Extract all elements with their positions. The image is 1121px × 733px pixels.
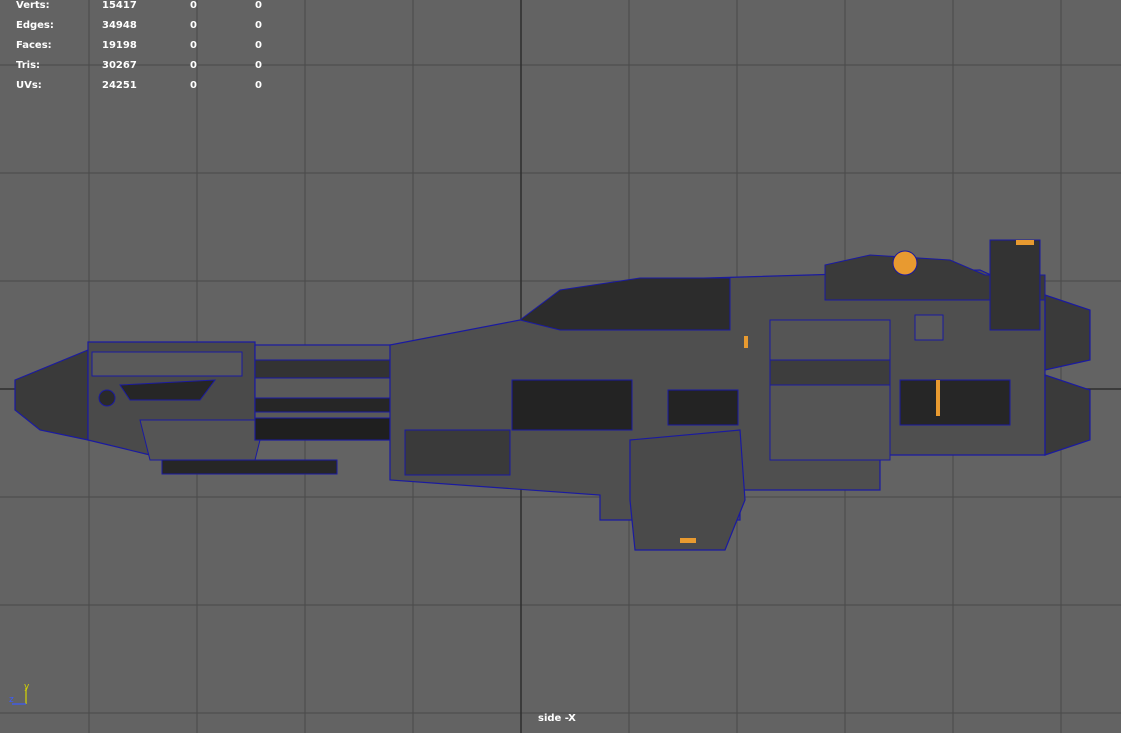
hull-mid-dark-panel bbox=[511, 379, 633, 431]
barrel-stripe-dark bbox=[254, 417, 396, 441]
hud-value: 0 bbox=[255, 0, 262, 11]
hud-value: 0 bbox=[255, 80, 262, 91]
hud-value: 0 bbox=[190, 0, 197, 11]
axis-z-label: z bbox=[9, 695, 14, 705]
hull-nose bbox=[14, 349, 89, 441]
camera-name-label: side -X bbox=[538, 713, 576, 724]
engine-upper bbox=[1044, 294, 1091, 371]
hud-row-tris: Tris: 30267 0 0 bbox=[0, 60, 280, 74]
lower-pod-accent bbox=[680, 538, 696, 543]
engine-accent bbox=[936, 380, 940, 416]
hull-front-panel bbox=[91, 351, 243, 377]
top-fin-accent bbox=[1016, 240, 1034, 245]
hud-value: 0 bbox=[190, 20, 197, 31]
hull-top-fin-block bbox=[989, 239, 1041, 331]
hud-value: 0 bbox=[190, 40, 197, 51]
hud-row-uvs: UVs: 24251 0 0 bbox=[0, 80, 280, 94]
barrel-stripe-upper bbox=[254, 359, 396, 379]
hud-label: Tris: bbox=[16, 60, 41, 71]
engine-grille bbox=[914, 314, 944, 341]
hud-value: 0 bbox=[190, 80, 197, 91]
hud-value: 15417 bbox=[102, 0, 137, 11]
hull-engine-stripe bbox=[769, 359, 891, 386]
hud-label: Edges: bbox=[16, 20, 54, 31]
hud-value: 0 bbox=[255, 60, 262, 71]
viewport-side[interactable]: Verts: 15417 0 0 Edges: 34948 0 0 Faces:… bbox=[0, 0, 1121, 733]
axis-y-label: y bbox=[24, 682, 30, 692]
hud-row-verts: Verts: 15417 0 0 bbox=[0, 0, 280, 14]
engine-lower bbox=[1044, 374, 1091, 456]
barrel-stripe-lower bbox=[254, 397, 396, 413]
hud-label: UVs: bbox=[16, 80, 42, 91]
hull-front-lower bbox=[139, 419, 266, 461]
hud-value: 0 bbox=[255, 20, 262, 31]
hud-value: 24251 bbox=[102, 80, 137, 91]
hull-engine-block bbox=[769, 319, 891, 461]
hud-value: 30267 bbox=[102, 60, 137, 71]
hud-row-edges: Edges: 34948 0 0 bbox=[0, 20, 280, 34]
hull-front-skid bbox=[161, 459, 338, 475]
spaceship-model[interactable] bbox=[14, 239, 1091, 551]
hud-row-faces: Faces: 19198 0 0 bbox=[0, 40, 280, 54]
hull-top-canopy bbox=[518, 277, 731, 331]
grid bbox=[0, 0, 1121, 733]
orange-disk bbox=[892, 250, 918, 276]
engine-inner-panel bbox=[899, 379, 1011, 426]
nose-sensor bbox=[98, 389, 116, 407]
hud-value: 34948 bbox=[102, 20, 137, 31]
hud-label: Faces: bbox=[16, 40, 52, 51]
hull-mid-dark-panel-2 bbox=[667, 389, 739, 426]
axis-gizmo: y z bbox=[9, 682, 30, 705]
hud-value: 0 bbox=[190, 60, 197, 71]
hull-vertical-accent bbox=[744, 336, 748, 348]
hud-value: 19198 bbox=[102, 40, 137, 51]
hull-lower-vents bbox=[404, 429, 511, 476]
hud-label: Verts: bbox=[16, 0, 50, 11]
hud-value: 0 bbox=[255, 40, 262, 51]
hull-lower-pod bbox=[629, 429, 746, 551]
